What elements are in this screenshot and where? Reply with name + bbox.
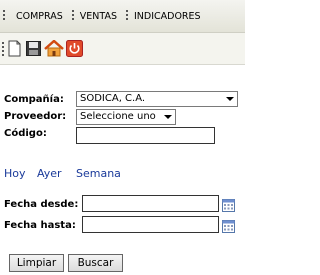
compania-select[interactable]: SODICA, C.A. [76,91,238,107]
fecha-desde-input[interactable] [82,195,219,212]
link-semana[interactable]: Semana [76,167,121,180]
link-ayer[interactable]: Ayer [37,167,62,180]
menu-item-compras[interactable]: COMPRAS [8,0,72,32]
compania-label: Compañía: [4,94,64,105]
power-icon[interactable] [66,40,83,57]
save-icon[interactable] [25,40,42,57]
menu-grip [0,0,8,32]
proveedor-label: Proveedor: [4,111,67,122]
calendar-icon[interactable] [222,218,235,233]
chevron-down-icon [164,115,172,119]
link-hoy[interactable]: Hoy [4,167,26,180]
calendar-icon[interactable] [222,197,235,212]
proveedor-select[interactable]: Seleccione uno [76,109,176,125]
fecha-hasta-input[interactable] [82,216,219,233]
compania-value: SODICA, C.A. [80,93,146,104]
menu-bar: COMPRAS VENTAS INDICADORES [0,0,245,33]
limpiar-button[interactable]: Limpiar [9,254,64,272]
codigo-label: Código: [4,128,47,139]
codigo-input[interactable] [76,127,215,144]
menu-item-indicadores[interactable]: INDICADORES [125,0,210,32]
fecha-hasta-label: Fecha hasta: [4,220,76,231]
home-icon[interactable] [44,39,64,57]
new-document-icon[interactable] [6,40,23,57]
chevron-down-icon [226,97,234,101]
proveedor-value: Seleccione uno [80,111,156,122]
menu-item-ventas[interactable]: VENTAS [71,0,126,32]
toolbar [0,33,245,65]
buscar-button[interactable]: Buscar [68,254,123,272]
fecha-desde-label: Fecha desde: [4,199,79,210]
